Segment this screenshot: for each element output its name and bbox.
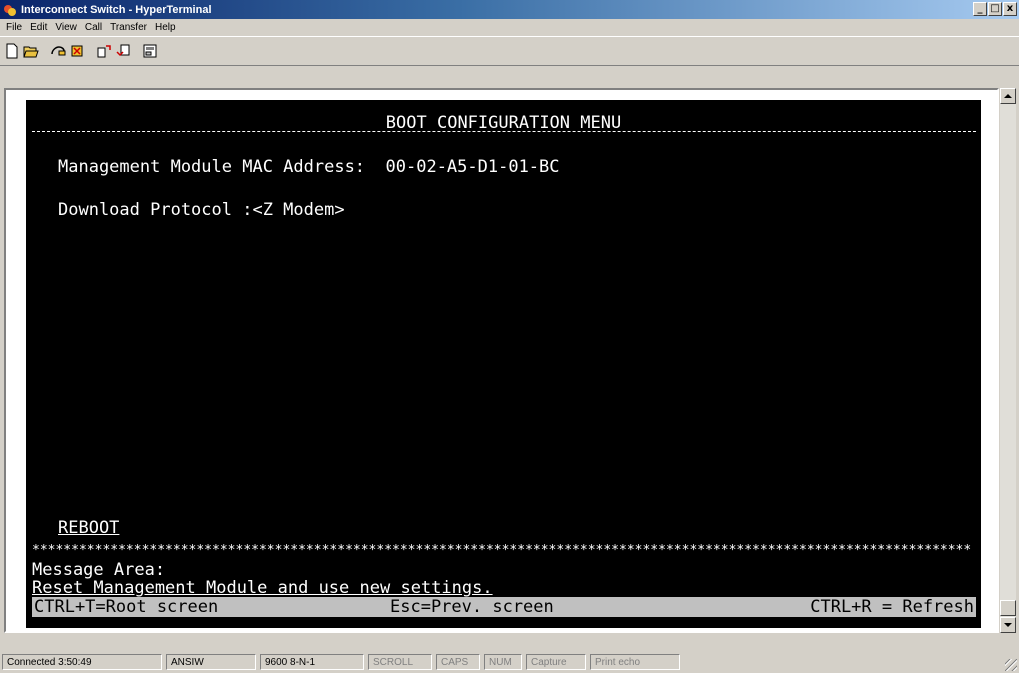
down-arrow-icon — [1004, 623, 1012, 627]
maximize-button[interactable]: □ — [988, 2, 1002, 16]
menu-file[interactable]: File — [2, 22, 26, 33]
menu-edit[interactable]: Edit — [26, 22, 51, 33]
download-protocol-field[interactable]: Download Protocol :<Z Modem> — [58, 201, 345, 219]
port-settings: 9600 8-N-1 — [260, 654, 364, 670]
caps-indicator: CAPS — [436, 654, 480, 670]
menu-call[interactable]: Call — [81, 22, 106, 33]
menu-view[interactable]: View — [51, 22, 81, 33]
disconnect-icon[interactable] — [68, 42, 86, 60]
close-button[interactable]: x — [1003, 2, 1017, 16]
window-controls: _ □ x — [973, 2, 1017, 16]
num-indicator: NUM — [484, 654, 522, 670]
up-arrow-icon — [1004, 94, 1012, 98]
resize-grip-icon[interactable] — [1005, 659, 1017, 671]
print-echo-indicator: Print echo — [590, 654, 680, 670]
capture-indicator: Capture — [526, 654, 586, 670]
scroll-thumb[interactable] — [1000, 600, 1016, 616]
mac-address-line: Management Module MAC Address: 00-02-A5-… — [58, 157, 560, 177]
menu-bar: File Edit View Call Transfer Help — [0, 19, 1019, 36]
message-area-text: Reset Management Module and use new sett… — [32, 578, 493, 598]
hyperterminal-app-icon[interactable] — [3, 3, 17, 17]
open-icon[interactable] — [22, 42, 40, 60]
scroll-up-button[interactable] — [1000, 88, 1016, 104]
refresh-hint: CTRL+R = Refresh — [810, 597, 974, 617]
toolbar — [0, 36, 1019, 66]
scroll-down-button[interactable] — [1000, 617, 1016, 633]
window-title: Interconnect Switch - HyperTerminal — [21, 3, 212, 16]
root-screen-hint: CTRL+T=Root screen — [34, 597, 219, 617]
terminal-screen[interactable]: BOOT CONFIGURATION MENU Management Modul… — [26, 100, 981, 628]
menu-title: BOOT CONFIGURATION MENU — [385, 113, 622, 133]
reboot-option[interactable]: REBOOT — [58, 519, 119, 537]
menu-help[interactable]: Help — [151, 22, 180, 33]
minimize-button[interactable]: _ — [973, 2, 987, 16]
star-divider: ****************************************… — [32, 543, 972, 558]
connection-time: Connected 3:50:49 — [2, 654, 162, 670]
vertical-scrollbar[interactable] — [1000, 88, 1016, 633]
receive-icon[interactable] — [114, 42, 132, 60]
title-divider — [32, 131, 976, 132]
send-icon[interactable] — [95, 42, 113, 60]
status-bar: Connected 3:50:49 ANSIW 9600 8-N-1 SCROL… — [0, 651, 1019, 673]
message-area-label: Message Area: — [32, 560, 166, 580]
properties-icon[interactable] — [141, 42, 159, 60]
emulation-type: ANSIW — [166, 654, 256, 670]
new-icon[interactable] — [3, 42, 21, 60]
scroll-indicator: SCROLL — [368, 654, 432, 670]
menu-transfer[interactable]: Transfer — [106, 22, 151, 33]
prev-screen-hint: Esc=Prev. screen — [390, 597, 554, 617]
terminal-status-bar: CTRL+T=Root screen Esc=Prev. screen CTRL… — [32, 597, 976, 617]
title-bar[interactable]: Interconnect Switch - HyperTerminal _ □ … — [0, 0, 1019, 19]
connect-icon[interactable] — [49, 42, 67, 60]
